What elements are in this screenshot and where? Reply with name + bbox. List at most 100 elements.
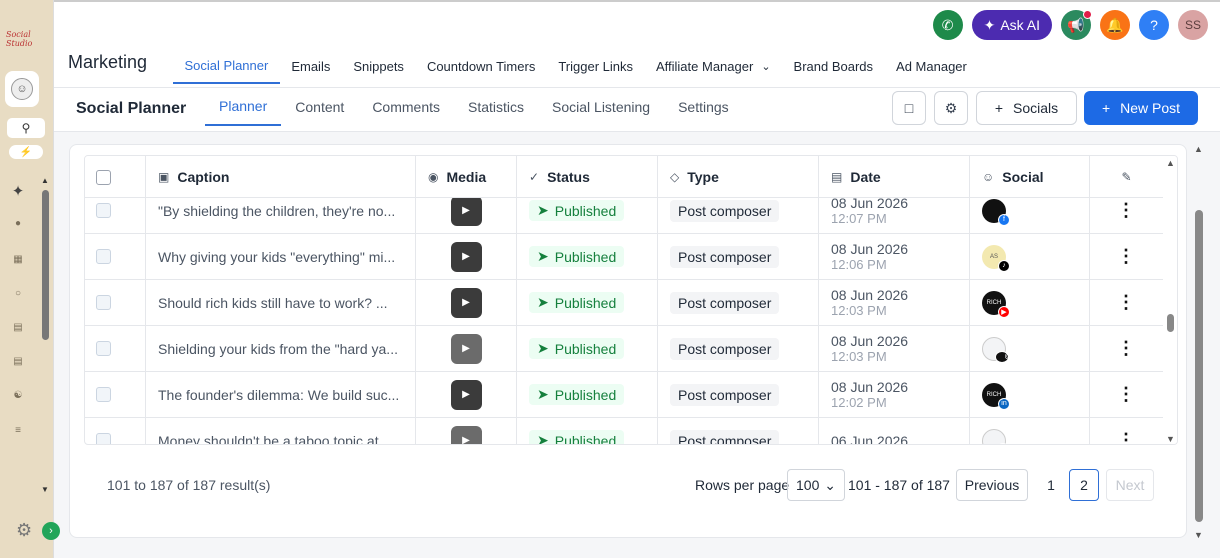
row-checkbox[interactable] xyxy=(96,249,111,264)
table-scrollbar[interactable]: ▲ ▼ xyxy=(1163,156,1177,444)
expand-rail-button[interactable]: › xyxy=(42,522,60,540)
network-icon[interactable]: ☯ xyxy=(10,390,26,401)
mic-icon[interactable]: ● xyxy=(10,218,26,229)
row-checkbox[interactable] xyxy=(96,295,111,310)
video-thumbnail[interactable]: ▶ xyxy=(450,287,482,318)
social-account-avatar[interactable]: f xyxy=(982,198,1010,226)
rail-search-button[interactable]: ⚲ xyxy=(7,118,45,138)
table-row[interactable]: Money shouldn't be a taboo topic at ... … xyxy=(85,417,1163,444)
chat-icon[interactable]: ○ xyxy=(10,288,26,299)
video-thumbnail[interactable]: ▶ xyxy=(450,195,482,226)
scroll-up-icon[interactable]: ▲ xyxy=(1194,144,1203,154)
row-actions-button[interactable]: ⋮ xyxy=(1090,372,1162,418)
header-media[interactable]: ◉ Media xyxy=(416,156,517,198)
table-row[interactable]: Why giving your kids "everything" mi... … xyxy=(85,233,1163,280)
previous-page-button[interactable]: Previous xyxy=(956,469,1028,501)
next-page-button[interactable]: Next xyxy=(1106,469,1154,501)
video-thumbnail[interactable]: ▶ xyxy=(450,241,482,272)
header-social[interactable]: ☺ Social xyxy=(970,156,1090,198)
row-actions-button[interactable]: ⋮ xyxy=(1090,234,1162,280)
header-date[interactable]: ▤ Date xyxy=(819,156,970,198)
rows-per-page-select[interactable]: 100 ⌄ xyxy=(787,469,845,501)
planner-settings-button[interactable]: ⚙ xyxy=(934,91,968,125)
rail-scroll-thumb[interactable] xyxy=(42,190,49,340)
announcements-button[interactable]: 📢 xyxy=(1061,10,1092,40)
caption-cell[interactable]: Why giving your kids "everything" mi... xyxy=(146,233,416,280)
tab-statistics[interactable]: Statistics xyxy=(454,88,538,126)
nav-trigger-links[interactable]: Trigger Links xyxy=(547,48,645,84)
scroll-down-icon[interactable]: ▼ xyxy=(41,485,49,494)
nav-snippets[interactable]: Snippets xyxy=(342,48,416,84)
help-button[interactable]: ? xyxy=(1139,10,1169,40)
user-avatar-button[interactable]: SS xyxy=(1178,10,1208,40)
quick-actions-button[interactable]: ⚡ xyxy=(9,145,43,159)
phone-button[interactable]: ✆ xyxy=(932,10,963,40)
media-cell[interactable]: ▶ xyxy=(416,279,517,326)
scroll-up-icon[interactable]: ▲ xyxy=(1166,158,1175,168)
nav-social-planner[interactable]: Social Planner xyxy=(173,48,280,84)
row-checkbox[interactable] xyxy=(96,433,111,444)
row-actions-button[interactable]: ⋮ xyxy=(1090,418,1162,444)
table-scroll-thumb[interactable] xyxy=(1167,314,1174,332)
header-status[interactable]: ✓ Status xyxy=(517,156,658,198)
social-account-avatar[interactable]: RICH ▶ xyxy=(982,290,1010,318)
page-2-button[interactable]: 2 xyxy=(1069,469,1099,501)
tab-comments[interactable]: Comments xyxy=(358,88,454,126)
page-scrollbar[interactable]: ▲ ▼ xyxy=(1190,144,1208,540)
sparkle-icon[interactable]: ✦ xyxy=(10,182,26,200)
video-thumbnail[interactable]: ▶ xyxy=(450,333,482,364)
nav-emails[interactable]: Emails xyxy=(280,48,342,84)
media-cell[interactable]: ▶ xyxy=(416,233,517,280)
nav-ad-manager[interactable]: Ad Manager xyxy=(885,48,979,84)
select-all-checkbox[interactable] xyxy=(96,169,111,185)
calendar-icon[interactable]: ▤ xyxy=(10,322,26,333)
tab-planner[interactable]: Planner xyxy=(205,88,282,126)
tab-content[interactable]: Content xyxy=(281,88,358,126)
caption-cell[interactable]: The founder's dilemma: We build suc... xyxy=(146,371,416,418)
column-settings-button[interactable]: ✎ xyxy=(1090,156,1163,198)
caption-cell[interactable]: Money shouldn't be a taboo topic at ... xyxy=(146,417,416,444)
settings-gear-icon[interactable]: ⚙ xyxy=(16,520,32,541)
tab-settings[interactable]: Settings xyxy=(664,88,743,126)
social-account-avatar[interactable]: AS ♪ xyxy=(982,244,1010,272)
page-scroll-thumb[interactable] xyxy=(1195,210,1203,522)
list-icon[interactable]: ≡ xyxy=(10,425,26,436)
social-account-avatar[interactable]: ◎ xyxy=(982,428,1009,444)
video-thumbnail[interactable]: ▶ xyxy=(450,379,482,410)
table-row[interactable]: Should rich kids still have to work? ...… xyxy=(85,279,1163,326)
socials-button[interactable]: + Socials xyxy=(976,91,1077,125)
ask-ai-button[interactable]: ✦ Ask AI xyxy=(971,10,1052,40)
row-checkbox[interactable] xyxy=(96,387,111,402)
caption-cell[interactable]: Shielding your kids from the "hard ya... xyxy=(146,325,416,372)
scroll-down-icon[interactable]: ▼ xyxy=(1194,530,1203,540)
rail-scrollbar[interactable]: ▲ ▼ xyxy=(40,176,52,494)
scroll-up-icon[interactable]: ▲ xyxy=(41,176,49,185)
table-row[interactable]: Shielding your kids from the "hard ya...… xyxy=(85,325,1163,372)
media-cell[interactable]: ▶ xyxy=(416,417,517,444)
media-cell[interactable]: ▶ xyxy=(416,325,517,372)
page-1-button[interactable]: 1 xyxy=(1036,469,1066,501)
nav-countdown-timers[interactable]: Countdown Timers xyxy=(415,48,546,84)
new-post-button[interactable]: + New Post xyxy=(1084,91,1198,125)
row-checkbox[interactable] xyxy=(96,203,111,218)
media-cell[interactable]: ▶ xyxy=(416,371,517,418)
row-actions-button[interactable]: ⋮ xyxy=(1090,326,1162,372)
grid-icon[interactable]: ▦ xyxy=(10,254,26,265)
table-row[interactable]: The founder's dilemma: We build suc... ▶… xyxy=(85,371,1163,418)
video-thumbnail[interactable]: ▶ xyxy=(450,425,482,444)
header-caption[interactable]: ▣ Caption xyxy=(146,156,416,198)
notifications-button[interactable]: 🔔 xyxy=(1100,10,1130,40)
scroll-down-icon[interactable]: ▼ xyxy=(1166,434,1175,444)
nav-brand-boards[interactable]: Brand Boards xyxy=(782,48,885,84)
row-checkbox[interactable] xyxy=(96,341,111,356)
tab-social-listening[interactable]: Social Listening xyxy=(538,88,664,126)
social-account-avatar[interactable]: @ xyxy=(982,336,1011,363)
caption-cell[interactable]: Should rich kids still have to work? ... xyxy=(146,279,416,326)
header-type[interactable]: ◇ Type xyxy=(658,156,819,198)
feedback-button[interactable]: □ xyxy=(892,91,926,125)
row-actions-button[interactable]: ⋮ xyxy=(1090,280,1162,326)
calendar-icon[interactable]: ▤ xyxy=(10,356,26,367)
social-account-avatar[interactable]: RICH in xyxy=(982,382,1010,410)
nav-affiliate-manager[interactable]: Affiliate Manager ⌄ xyxy=(644,48,782,84)
account-switcher-button[interactable]: ☺ xyxy=(5,71,39,107)
